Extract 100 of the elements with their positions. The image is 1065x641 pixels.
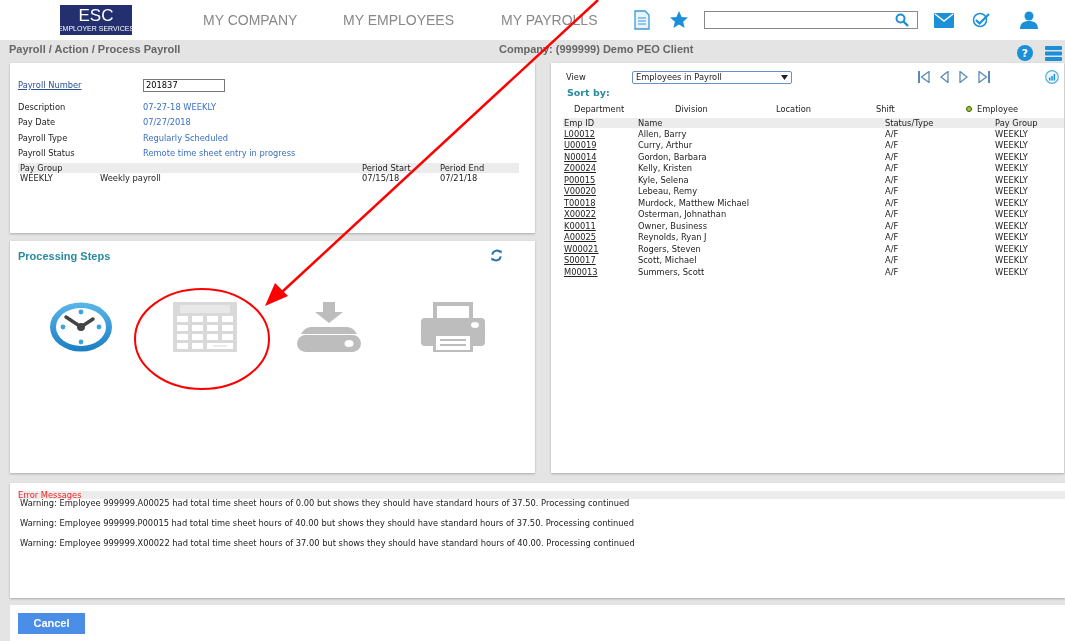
mail-icon[interactable] — [934, 12, 954, 28]
column-header: Period Start — [362, 163, 412, 173]
sort-option[interactable]: Division — [675, 104, 776, 114]
last-page-icon[interactable] — [978, 71, 990, 83]
table-cell: 07/21/18 — [440, 173, 478, 183]
download-drive-icon[interactable] — [297, 302, 361, 352]
payroll-number-link[interactable]: Payroll Number — [18, 80, 143, 90]
next-page-icon[interactable] — [959, 71, 968, 83]
search-icon[interactable] — [895, 13, 909, 27]
table-cell-text: A/F — [885, 128, 900, 139]
table-cell-text: A/F — [885, 163, 900, 174]
table-cell-text: WEEKLY — [19, 173, 54, 183]
table-cell-text: A/F — [885, 255, 900, 266]
employee-id-link[interactable]: X00022 — [564, 209, 638, 220]
employee-id-link[interactable]: S00017 — [564, 255, 638, 266]
warning-message: Warning: Employee 999999.X00022 had total time sheet hours of 37.00 but shows they should have standard hours of 40.00. Processing continued — [20, 539, 636, 548]
document-icon[interactable] — [633, 10, 651, 30]
employee-id-link[interactable]: U00019 — [564, 140, 638, 151]
field-value: 07-27-18 WEEKLY — [143, 101, 216, 112]
table-cell: WEEKLY — [995, 163, 1028, 174]
table-cell: WEEKLY — [995, 197, 1028, 208]
column-header: Pay Group — [995, 118, 1038, 128]
panel-title: Processing Steps — [18, 249, 111, 262]
employee-id-link[interactable]: M00013 — [564, 266, 638, 277]
search-field[interactable] — [704, 11, 918, 29]
employee-id-link[interactable]: N00014 — [564, 151, 638, 162]
clock-icon[interactable] — [49, 302, 113, 352]
table-cell-text: A/F — [885, 151, 900, 162]
employee-id-link[interactable]: L00012 — [564, 128, 638, 139]
table-cell: WEEKLY — [995, 232, 1028, 243]
table-cell-text: A/F — [885, 232, 900, 243]
table-cell-text: A/F — [885, 174, 900, 185]
user-icon[interactable] — [1020, 11, 1038, 29]
table-cell-text: Kelly, Kristen — [638, 163, 694, 174]
field-label: Pay Date — [18, 117, 57, 128]
table-cell-text: Osterman, Johnathan — [638, 209, 728, 220]
table-cell-text: A/F — [885, 220, 900, 231]
employee-id-link[interactable]: W00021 — [564, 243, 638, 254]
dropdown-caret-icon — [781, 74, 788, 80]
column-header: Name — [638, 118, 664, 128]
table-cell-text: Owner, Business — [638, 220, 708, 231]
sort-option[interactable]: Location — [776, 104, 876, 114]
error-messages-title: Error Messages — [18, 491, 82, 499]
table-cell: WEEKLY — [995, 209, 1028, 220]
employee-id-link[interactable]: K00011 — [564, 220, 638, 231]
table-cell-text: Rogers, Steven — [638, 243, 702, 254]
payroll-number-field[interactable]: 201837 — [143, 78, 225, 92]
field-label: Payroll Type — [18, 132, 69, 143]
table-cell-text: A/F — [885, 266, 900, 277]
table-cell-text: A/F — [885, 140, 900, 151]
table-cell-text: Summers, Scott — [638, 266, 706, 277]
table-cell-text: Weekly payroll — [100, 173, 162, 183]
table-cell: WEEKLY — [995, 243, 1028, 254]
refresh-icon[interactable] — [490, 249, 503, 262]
sort-option[interactable]: Department — [574, 104, 675, 114]
table-cell: WEEKLY — [995, 266, 1028, 277]
previous-page-icon[interactable] — [940, 71, 949, 83]
table-cell: WEEKLY — [995, 140, 1028, 151]
table-cell-text: Murdock, Matthew Michael — [638, 197, 750, 208]
table-cell: WEEKLY — [995, 255, 1028, 266]
employee-id-link[interactable]: T00018 — [564, 197, 638, 208]
field-label: Description — [18, 101, 67, 112]
column-header: Status/Type — [885, 118, 935, 128]
column-header: Pay Group — [19, 163, 64, 173]
table-cell-text: Gordon, Barbara — [638, 151, 708, 162]
table-cell-text: A/F — [885, 197, 900, 208]
table-cell: WEEKLY — [995, 174, 1028, 185]
table-cell: WEEKLY — [995, 151, 1028, 162]
breadcrumb: Payroll / Action / Process Payroll — [9, 43, 182, 55]
table-cell-text: Scott, Michael — [638, 255, 698, 266]
sort-option[interactable]: Employee — [966, 104, 1019, 114]
employee-id-link[interactable]: A00025 — [564, 232, 638, 243]
star-icon[interactable] — [669, 10, 689, 30]
table-cell-text: Lebeau, Remy — [638, 186, 699, 197]
help-icon[interactable]: ? — [1017, 45, 1033, 61]
warning-message: Warning: Employee 999999.P00015 had total time sheet hours of 40.00 but shows they should have standard hours of 37.50. Processing continued — [20, 519, 635, 528]
table-cell-text: A/F — [885, 186, 900, 197]
sort-by-label: Sort by: — [567, 87, 611, 98]
sort-option[interactable]: Shift — [876, 104, 966, 114]
nav-link[interactable]: MY EMPLOYEES — [343, 12, 501, 28]
first-page-icon[interactable] — [918, 71, 930, 83]
column-header: Emp ID — [564, 118, 596, 128]
table-cell-text: A/F — [885, 243, 900, 254]
checkmark-icon[interactable] — [972, 12, 990, 28]
employee-id-link[interactable]: P00015 — [564, 174, 638, 185]
table-cell-text: Kyle, Selena — [638, 174, 690, 185]
printer-icon[interactable] — [421, 302, 485, 352]
table-cell: WEEKLY — [995, 220, 1028, 231]
table-cell: WEEKLY — [995, 128, 1028, 139]
table-cell-text: Reynolds, Ryan J — [638, 232, 708, 243]
field-value: 07/27/2018 — [143, 117, 191, 128]
table-cell-text: 07/15/18 — [362, 173, 401, 183]
menu-icon[interactable] — [1045, 45, 1062, 61]
bar-chart-icon[interactable] — [1045, 70, 1059, 84]
field-label: Payroll Status — [18, 148, 76, 159]
employee-id-link[interactable]: V00020 — [564, 186, 638, 197]
view-dropdown[interactable]: Employees in Payroll — [632, 70, 792, 84]
nav-link[interactable]: MY COMPANY — [203, 12, 343, 28]
view-label: View — [566, 72, 587, 82]
employee-id-link[interactable]: Z00024 — [564, 163, 638, 174]
